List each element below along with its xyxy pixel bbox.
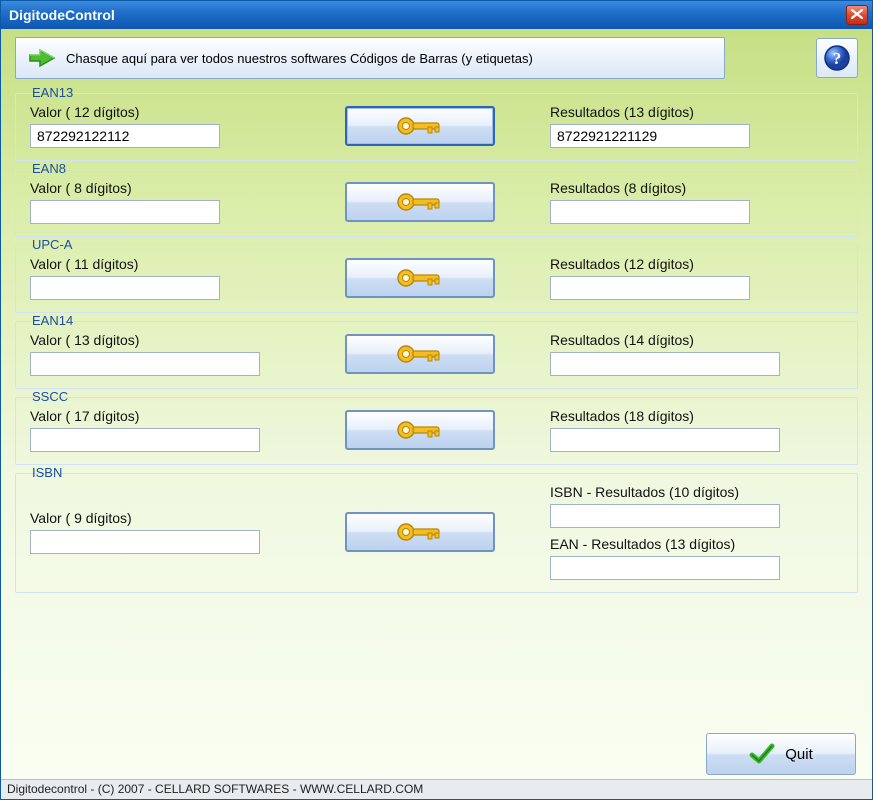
svg-text:?: ?: [833, 49, 842, 68]
ean8-input[interactable]: [30, 200, 220, 224]
ean8-input-label: Valor ( 8 dígitos): [30, 180, 290, 196]
sscc-result[interactable]: [550, 428, 780, 452]
status-text: Digitodecontrol - (C) 2007 - CELLARD SOF…: [7, 782, 423, 796]
close-button[interactable]: [846, 5, 868, 25]
key-icon: [396, 419, 444, 441]
help-icon: ?: [823, 44, 851, 72]
group-ean14: EAN14 Valor ( 13 dígitos): [15, 321, 858, 389]
ean8-calc-button[interactable]: [345, 182, 495, 222]
legend-sscc: SSCC: [26, 389, 74, 404]
check-icon: [749, 743, 775, 765]
quit-button-label: Quit: [785, 746, 813, 763]
ean14-input-label: Valor ( 13 dígitos): [30, 332, 290, 348]
more-software-button[interactable]: Chasque aquí para ver todos nuestros sof…: [15, 37, 725, 79]
group-upca: UPC-A Valor ( 11 dígitos): [15, 245, 858, 313]
isbn-result2[interactable]: [550, 556, 780, 580]
ean14-result-label: Resultados (14 dígitos): [550, 332, 843, 348]
ean13-calc-button[interactable]: [345, 106, 495, 146]
ean13-result-label: Resultados (13 dígitos): [550, 104, 843, 120]
group-sscc: SSCC Valor ( 17 dígitos) R: [15, 397, 858, 465]
isbn-result2-label: EAN - Resultados (13 dígitos): [550, 536, 843, 552]
key-icon: [396, 267, 444, 289]
isbn-input-label: Valor ( 9 dígitos): [30, 510, 290, 526]
quit-row: Quit: [11, 725, 862, 775]
upca-result[interactable]: [550, 276, 750, 300]
legend-upca: UPC-A: [26, 237, 78, 252]
key-icon: [396, 115, 444, 137]
status-bar: Digitodecontrol - (C) 2007 - CELLARD SOF…: [1, 779, 872, 799]
ean13-input-label: Valor ( 12 dígitos): [30, 104, 290, 120]
isbn-result1[interactable]: [550, 504, 780, 528]
sscc-input-label: Valor ( 17 dígitos): [30, 408, 290, 424]
legend-isbn: ISBN: [26, 465, 68, 480]
groups-container: EAN13 Valor ( 12 dígitos): [15, 87, 858, 725]
ean13-result[interactable]: [550, 124, 750, 148]
upca-input-label: Valor ( 11 dígitos): [30, 256, 290, 272]
group-ean8: EAN8 Valor ( 8 dígitos) Re: [15, 169, 858, 237]
ean8-result[interactable]: [550, 200, 750, 224]
upca-result-label: Resultados (12 dígitos): [550, 256, 843, 272]
legend-ean8: EAN8: [26, 161, 72, 176]
legend-ean14: EAN14: [26, 313, 79, 328]
banner-text: Chasque aquí para ver todos nuestros sof…: [66, 51, 533, 66]
client-area: Chasque aquí para ver todos nuestros sof…: [1, 29, 872, 779]
upca-input[interactable]: [30, 276, 220, 300]
key-icon: [396, 343, 444, 365]
sscc-input[interactable]: [30, 428, 260, 452]
key-icon: [396, 521, 444, 543]
app-window: DigitodeControl Chasque aquí para ver to…: [0, 0, 873, 800]
group-ean13: EAN13 Valor ( 12 dígitos): [15, 93, 858, 161]
ean8-result-label: Resultados (8 dígitos): [550, 180, 843, 196]
top-row: Chasque aquí para ver todos nuestros sof…: [15, 37, 858, 79]
isbn-result1-label: ISBN - Resultados (10 dígitos): [550, 484, 843, 500]
isbn-calc-button[interactable]: [345, 512, 495, 552]
key-icon: [396, 191, 444, 213]
group-isbn: ISBN Valor ( 9 dígitos): [15, 473, 858, 593]
titlebar: DigitodeControl: [1, 1, 872, 29]
arrow-right-icon: [28, 47, 56, 69]
help-button[interactable]: ?: [816, 38, 858, 78]
isbn-input[interactable]: [30, 530, 260, 554]
ean14-result[interactable]: [550, 352, 780, 376]
sscc-result-label: Resultados (18 dígitos): [550, 408, 843, 424]
legend-ean13: EAN13: [26, 85, 79, 100]
upca-calc-button[interactable]: [345, 258, 495, 298]
sscc-calc-button[interactable]: [345, 410, 495, 450]
quit-button[interactable]: Quit: [706, 733, 856, 775]
window-title: DigitodeControl: [9, 7, 115, 23]
close-icon: [851, 9, 863, 21]
ean14-input[interactable]: [30, 352, 260, 376]
ean13-input[interactable]: [30, 124, 220, 148]
ean14-calc-button[interactable]: [345, 334, 495, 374]
